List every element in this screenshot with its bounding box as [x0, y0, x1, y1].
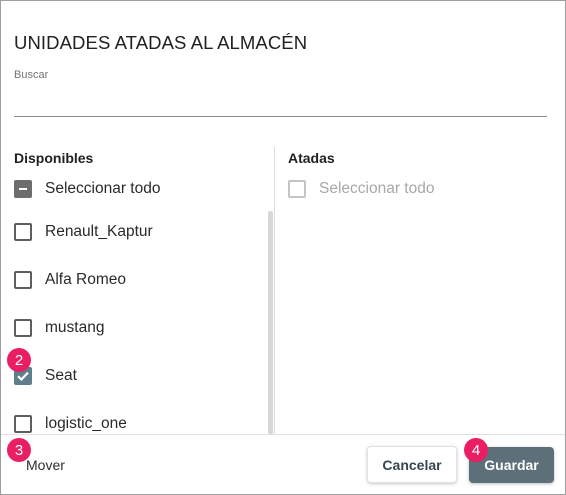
item-label: Renault_Kaptur [45, 223, 153, 240]
search-label: Buscar [14, 69, 49, 81]
step-badge-3: 3 [7, 438, 31, 462]
item-label: mustang [45, 319, 105, 336]
available-item-renault-kaptur[interactable]: Renault_Kaptur [14, 220, 153, 244]
available-list-scrollbar[interactable] [268, 211, 273, 434]
item-checkbox[interactable] [14, 223, 32, 241]
available-select-all-checkbox[interactable] [14, 180, 32, 198]
column-divider [274, 147, 275, 434]
available-item-logistic-one[interactable]: logistic_one [14, 412, 127, 436]
attached-select-all-checkbox [288, 180, 306, 198]
bind-units-dialog: UNIDADES ATADAS AL ALMACÉN Buscar Dispon… [0, 0, 566, 495]
step-badge-4: 4 [464, 438, 488, 462]
cancel-button[interactable]: Cancelar [367, 446, 457, 483]
item-checkbox[interactable] [14, 415, 32, 433]
available-header: Disponibles [14, 150, 94, 166]
item-checkbox[interactable] [14, 271, 32, 289]
dialog-title: UNIDADES ATADAS AL ALMACÉN [14, 32, 308, 53]
item-label: Seat [45, 367, 77, 384]
attached-header: Atadas [288, 150, 335, 166]
item-checkbox[interactable] [14, 319, 32, 337]
available-select-all-label: Seleccionar todo [45, 180, 161, 197]
step-badge-2: 2 [7, 348, 31, 372]
item-label: Alfa Romeo [45, 271, 126, 288]
attached-select-all-label: Seleccionar todo [319, 180, 435, 197]
search-input[interactable] [14, 85, 547, 117]
item-label: logistic_one [45, 415, 127, 432]
available-item-mustang[interactable]: mustang [14, 316, 104, 340]
available-item-alfa-romeo[interactable]: Alfa Romeo [14, 268, 126, 292]
attached-select-all: Seleccionar todo [288, 177, 434, 201]
available-select-all[interactable]: Seleccionar todo [14, 177, 160, 201]
